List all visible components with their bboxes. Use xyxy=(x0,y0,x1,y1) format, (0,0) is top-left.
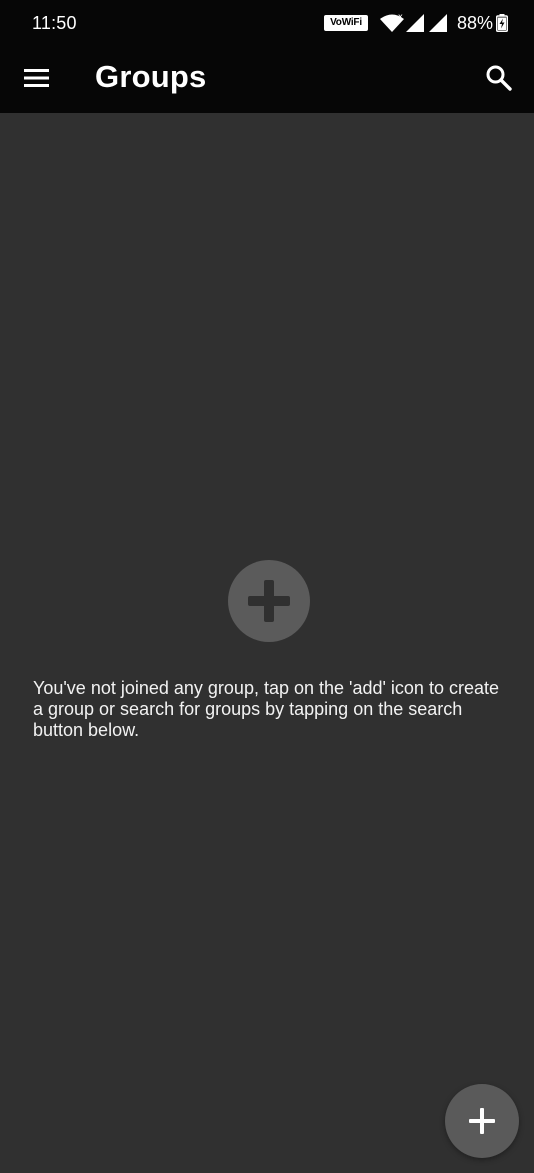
wifi-icon: x xyxy=(380,13,404,32)
page-title: Groups xyxy=(95,59,207,94)
app-bar: Groups xyxy=(0,44,534,113)
signal-icon xyxy=(406,14,424,32)
add-circle-icon[interactable] xyxy=(228,560,310,642)
status-bar: 11:50 VoWiFi x 88% xyxy=(0,0,534,44)
empty-state-message: You've not joined any group, tap on the … xyxy=(33,678,499,740)
status-time: 11:50 xyxy=(32,13,77,33)
search-icon[interactable] xyxy=(484,63,514,93)
battery-charging-icon xyxy=(496,14,508,32)
vowifi-icon: VoWiFi xyxy=(324,15,368,31)
battery-percent: 88% xyxy=(457,13,494,33)
signal-icon xyxy=(429,14,447,32)
add-group-button[interactable] xyxy=(445,1084,519,1158)
menu-icon[interactable] xyxy=(24,68,50,88)
svg-text:x: x xyxy=(398,13,403,21)
groups-content: You've not joined any group, tap on the … xyxy=(0,113,534,1173)
